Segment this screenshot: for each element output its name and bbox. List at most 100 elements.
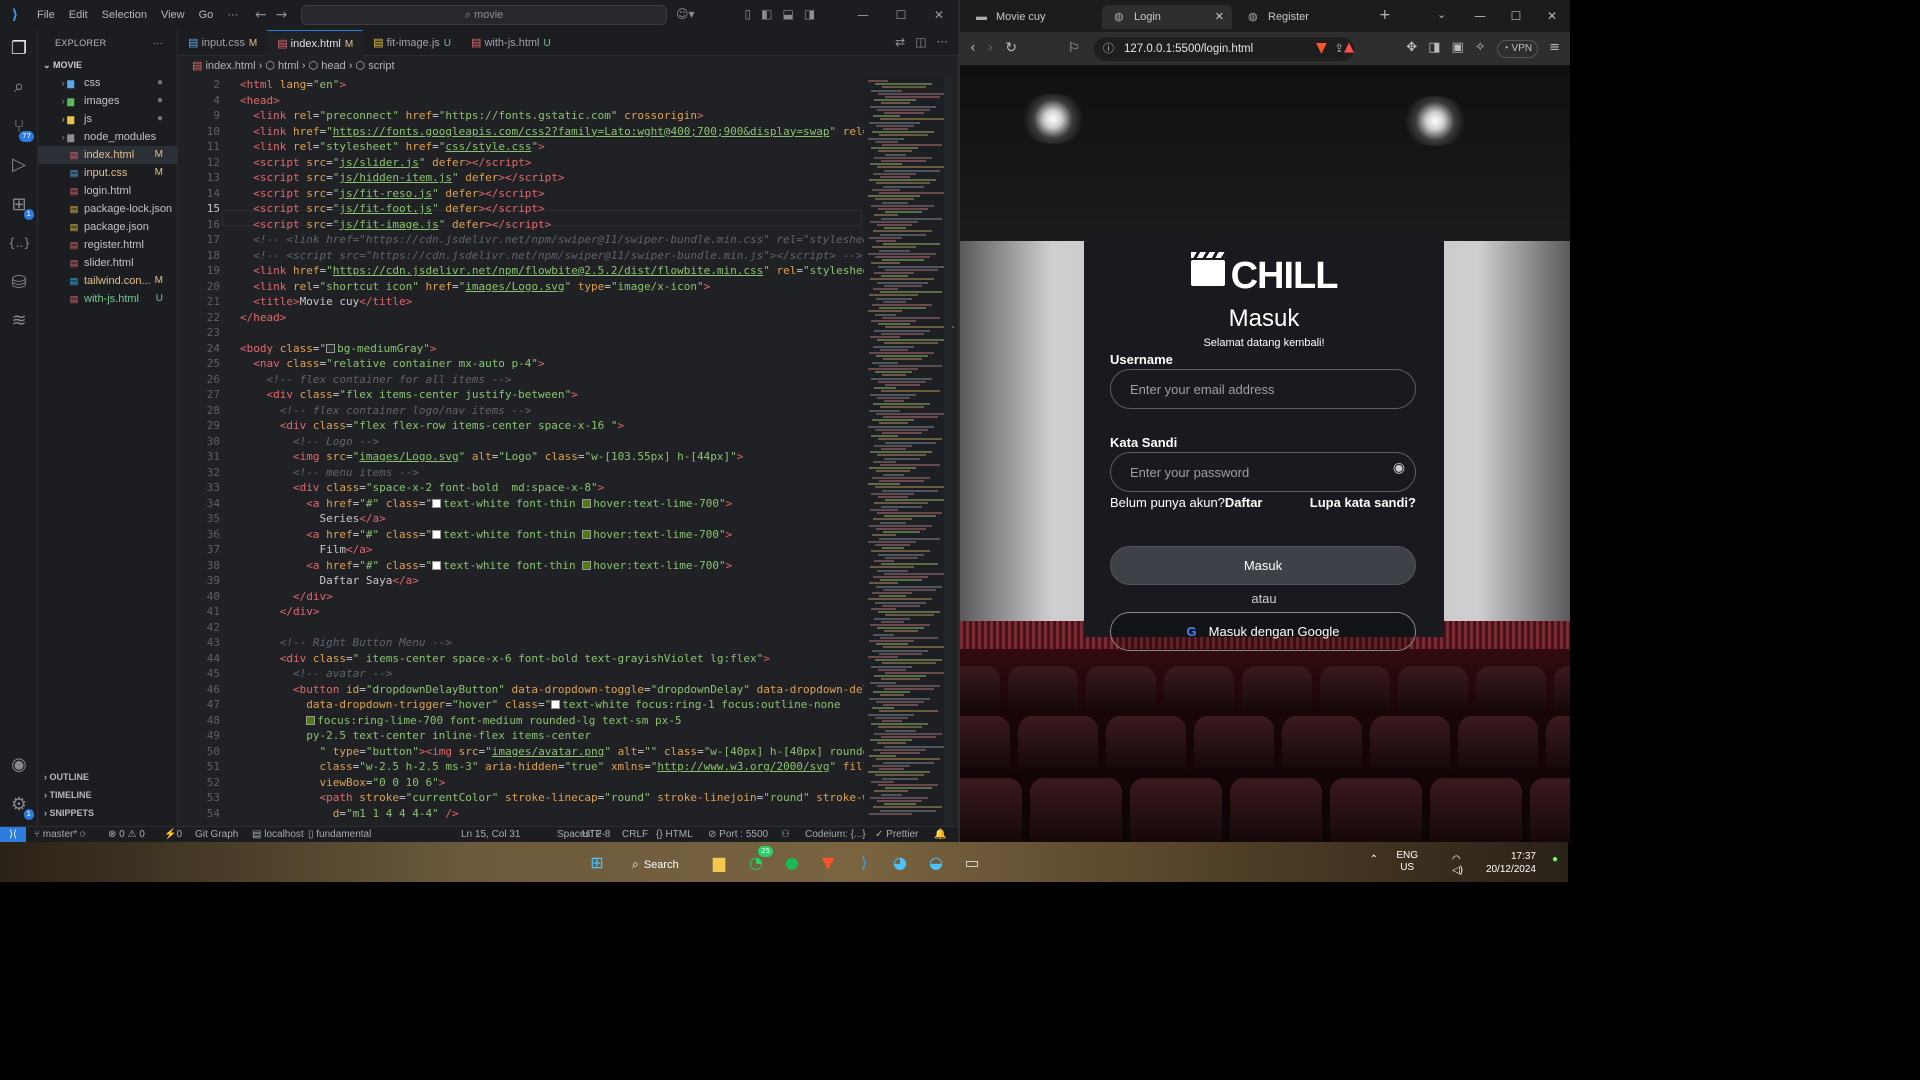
code-line[interactable]: Series</a> <box>240 512 385 525</box>
live-server-status[interactable]: ⊘ Port : 5500 <box>708 827 768 842</box>
problems-status[interactable]: ⊗ 0 ⚠ 0 <box>108 827 145 842</box>
editor-tab[interactable]: ▤ with-js.html U <box>461 30 561 56</box>
more-actions-icon[interactable]: ··· <box>153 30 163 56</box>
browser-tab[interactable]: ◍ Register <box>1236 5 1370 29</box>
code-line[interactable]: </div> <box>240 605 320 618</box>
copilot-status-icon[interactable]: ⚇ <box>781 827 790 842</box>
tree-item-folder[interactable]: › ▆ images ● <box>38 92 177 110</box>
code-line[interactable]: <link rel="shortcut icon" href="images/L… <box>240 280 710 293</box>
tree-item-json[interactable]: ▤ package.json <box>38 218 177 236</box>
tree-item-html[interactable]: ▤ login.html <box>38 182 177 200</box>
menu-item[interactable]: ··· <box>220 9 245 21</box>
remote-icon[interactable]: ⟩⟨ <box>0 827 26 843</box>
code-line[interactable]: <!-- <script src="https://cdn.jsdelivr.n… <box>240 249 862 262</box>
tray-chevron-icon[interactable]: ⌃ <box>1370 854 1378 865</box>
compare-icon[interactable]: ⇄ <box>895 35 905 49</box>
wallet-icon[interactable]: ▣ <box>1452 40 1464 58</box>
code-line[interactable]: " type="button"><img src="images/avatar.… <box>240 745 864 758</box>
show-password-eye-icon[interactable]: ◉ <box>1388 460 1410 476</box>
close-icon[interactable]: ✕ <box>920 0 958 30</box>
menu-item[interactable]: File <box>30 9 62 21</box>
code-line[interactable]: <script src="js/fit-foot.js" defer></scr… <box>240 202 544 215</box>
code-line[interactable]: <!-- <link href="https://cdn.jsdelivr.ne… <box>240 233 864 246</box>
database-icon[interactable]: ⛁ <box>8 272 30 294</box>
code-line[interactable]: <div class="flex items-center justify-be… <box>240 388 578 401</box>
code-line[interactable]: <script src="js/slider.js" defer></scrip… <box>240 156 531 169</box>
leo-ai-icon[interactable]: ✧ <box>1475 40 1486 58</box>
code-line[interactable]: Daftar Saya</a> <box>240 574 418 587</box>
code-line[interactable]: <!-- Logo --> <box>240 435 379 448</box>
breadcrumb-item[interactable]: script <box>368 60 394 72</box>
editor-tab[interactable]: ▤ input.css M <box>178 30 267 56</box>
code-line[interactable]: <!-- avatar --> <box>240 667 392 680</box>
code-line[interactable]: <link rel="stylesheet" href="css/style.c… <box>240 140 544 153</box>
prettier-status[interactable]: ✓ Prettier <box>875 827 918 842</box>
code-line[interactable]: <path stroke="currentColor" stroke-linec… <box>240 791 864 804</box>
code-line[interactable]: <a href="#" class=" text-white font-thin … <box>240 528 732 541</box>
start-windows-icon[interactable]: ⊞ <box>586 852 608 874</box>
more-icon[interactable]: ··· <box>937 35 948 49</box>
minimize-icon[interactable]: — <box>844 0 882 30</box>
code-line[interactable]: <link href="https://cdn.jsdelivr.net/npm… <box>240 264 864 277</box>
code-line[interactable]: <nav class="relative container mx-auto p… <box>240 357 544 370</box>
code-line[interactable]: class="w-2.5 h-2.5 ms-3" aria-hidden="tr… <box>240 760 864 773</box>
password-input[interactable] <box>1110 452 1416 492</box>
code-line[interactable]: <script src="js/fit-reso.js" defer></scr… <box>240 187 544 200</box>
branch-status[interactable]: ⑂ master* ⟳ <box>34 827 86 842</box>
editor-scrollbar[interactable] <box>944 76 952 826</box>
whatsapp-icon[interactable]: ◔ 25 <box>745 846 773 874</box>
chrome-icon[interactable]: ◕ <box>889 852 911 874</box>
maximize-icon[interactable]: ☐ <box>1498 0 1534 32</box>
tab-search-chevron-icon[interactable]: ⌄ <box>1437 8 1446 21</box>
code-line[interactable]: <!-- flex container for all items --> <box>240 373 512 386</box>
tree-item-js[interactable]: ▤ tailwind.con... M <box>38 272 177 290</box>
maximize-icon[interactable]: ☐ <box>882 0 920 30</box>
git-graph-status[interactable]: Git Graph <box>195 827 238 842</box>
brave-rewards-icon[interactable]: ▲ <box>1344 40 1354 55</box>
notifications-icon[interactable]: 🔔 <box>934 827 946 842</box>
timeline-section[interactable]: › TIMELINE <box>38 786 177 804</box>
code-line[interactable]: <button id="dropdownDelayButton" data-dr… <box>240 683 864 696</box>
file-explorer-icon[interactable]: ▆ <box>708 852 730 874</box>
browser-tab-active[interactable]: ◍ Login ✕ <box>1102 5 1232 29</box>
tree-item-json[interactable]: ▤ package-lock.json <box>38 200 177 218</box>
outline-section[interactable]: › OUTLINE <box>38 768 177 786</box>
nav-arrows[interactable]: ← → <box>255 7 287 23</box>
eol-status[interactable]: CRLF <box>622 827 648 842</box>
code-editor[interactable]: 2 <html lang="en"> 4 <head> 9 <link rel="pre… <box>178 76 864 826</box>
brave-icon[interactable]: ▼ <box>817 852 839 874</box>
code-line[interactable]: <head> <box>240 94 280 107</box>
code-line[interactable]: <div class=" items-center space-x-6 font… <box>240 652 770 665</box>
layout-icon[interactable]: ▯ <box>745 7 752 21</box>
panel-left-icon[interactable]: ◧ <box>761 7 772 21</box>
notification-icon[interactable]: ● <box>1552 854 1558 865</box>
forgot-password-link[interactable]: Lupa kata sandi? <box>1310 495 1416 510</box>
wifi-volume-icon[interactable]: ◠ ◁) <box>1452 854 1463 876</box>
code-line[interactable]: data-dropdown-trigger="hover" class=" tex… <box>240 698 840 711</box>
browser-tab[interactable]: ▬ Movie cuy <box>964 5 1102 29</box>
code-line[interactable]: <link href="https://fonts.googleapis.com… <box>240 125 864 138</box>
code-line[interactable]: viewBox="0 0 10 6"> <box>240 776 445 789</box>
explorer-icon[interactable]: ❐ <box>8 38 30 60</box>
panel-bottom-icon[interactable]: ⬓ <box>783 7 794 21</box>
tree-item-folder[interactable]: › ▆ js ● <box>38 110 177 128</box>
code-line[interactable]: <!-- Right Button Menu --> <box>240 636 452 649</box>
breadcrumb-item[interactable]: html <box>278 60 299 72</box>
tree-item-folder[interactable]: › ▆ css ● <box>38 74 177 92</box>
language-indicator[interactable]: ENG US <box>1396 850 1418 874</box>
close-icon[interactable]: ✕ <box>1534 0 1570 32</box>
menu-icon[interactable]: ≡ <box>1549 40 1560 58</box>
breadcrumb-item[interactable]: index.html <box>205 60 255 72</box>
layout-controls[interactable]: ☺▾ ▯ ◧ ⬓ ◨ <box>676 7 815 21</box>
editor-tab[interactable]: ▤ fit-image.js U <box>363 30 461 56</box>
tree-item-html[interactable]: ▤ register.html <box>38 236 177 254</box>
register-link[interactable]: Daftar <box>1225 495 1263 510</box>
code-line[interactable]: focus:ring-lime-700 font-medium rounded-… <box>240 714 681 727</box>
code-line[interactable]: <div class="flex flex-row items-center s… <box>240 419 624 432</box>
extensions-icon[interactable]: ⊞ 1 <box>8 194 34 220</box>
editor-tab[interactable]: ▤ index.html M <box>267 30 364 56</box>
minimap[interactable] <box>864 76 954 826</box>
code-line[interactable]: <link rel="preconnect" href="https://fon… <box>240 109 703 122</box>
search-icon[interactable]: ⌕ <box>8 76 30 98</box>
code-line[interactable]: <div class="space-x-2 font-bold md:space… <box>240 481 604 494</box>
